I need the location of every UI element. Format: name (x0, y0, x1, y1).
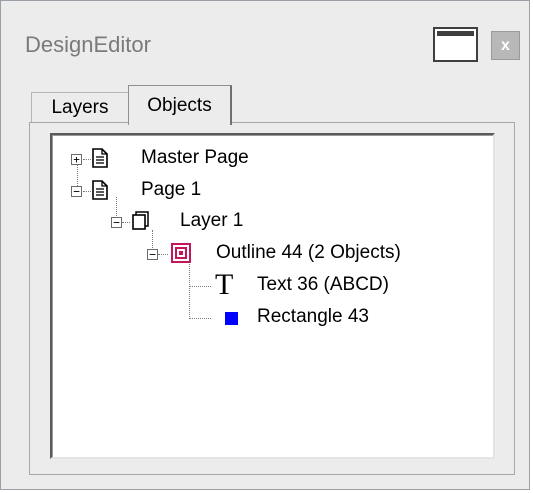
expand-icon[interactable]: + (71, 154, 82, 165)
outline-group-icon (171, 243, 191, 263)
tree-item-rectangle-43[interactable]: Rectangle 43 (52, 304, 452, 332)
tree-item-label: Rectangle 43 (257, 306, 369, 327)
page-icon (92, 180, 108, 200)
tree-item-label: Text 36 (ABCD) (257, 274, 389, 295)
tree-item-layer-1[interactable]: − Layer 1 (52, 208, 352, 236)
close-button[interactable]: x (491, 31, 520, 60)
restore-button[interactable] (433, 27, 478, 62)
tab-objects[interactable]: Objects (128, 85, 232, 125)
collapse-icon[interactable]: − (111, 217, 122, 228)
tree-item-label: Master Page (141, 147, 249, 168)
tree-item-label: Layer 1 (180, 210, 244, 231)
window-title: DesignEditor (25, 32, 151, 57)
tree-item-text-36[interactable]: T Text 36 (ABCD) (52, 268, 452, 301)
text-icon: T (215, 268, 234, 301)
tree-item-outline-44[interactable]: − Outline 44 (2 Objects) (52, 240, 452, 268)
design-editor-window: DesignEditor x Layers Objects + Master P… (0, 0, 530, 490)
title-bar[interactable]: DesignEditor x (1, 1, 529, 71)
page-icon (92, 148, 108, 168)
layer-icon (132, 211, 149, 230)
collapse-icon[interactable]: − (147, 249, 158, 260)
collapse-icon[interactable]: − (71, 186, 82, 197)
tree-item-page-1[interactable]: − Page 1 (52, 177, 352, 205)
tab-strip: Layers Objects (1, 85, 529, 125)
tree-item-label: Page 1 (141, 179, 202, 200)
tab-layers[interactable]: Layers (31, 92, 129, 123)
tree-item-master-page[interactable]: + Master Page (52, 145, 352, 173)
tree-item-label: Outline 44 (2 Objects) (216, 242, 401, 263)
rectangle-icon (225, 312, 238, 325)
object-tree[interactable]: + Master Page − Page 1 − Layer 1 − Outli… (50, 133, 495, 459)
